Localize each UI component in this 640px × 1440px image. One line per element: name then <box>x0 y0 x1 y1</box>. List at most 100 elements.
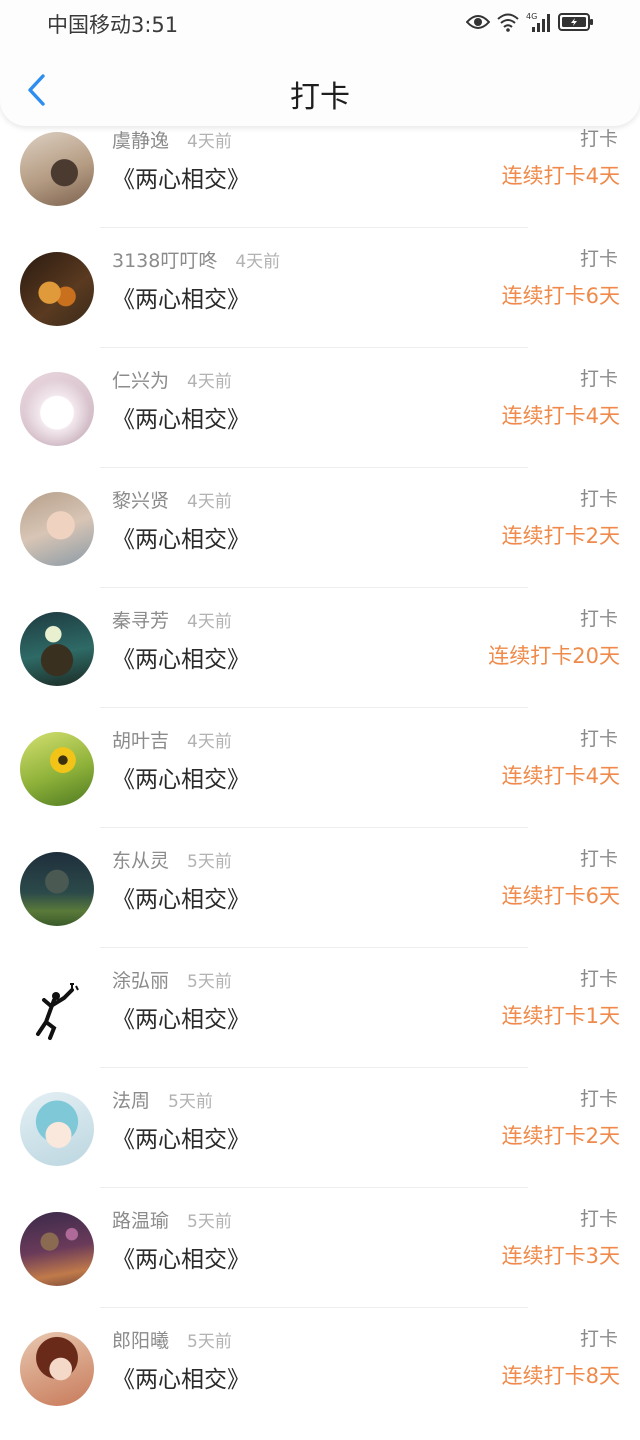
streak-count: 连续打卡4天 <box>501 164 620 188</box>
name-line: 虞静逸 4天前 <box>112 124 232 154</box>
streak-count: 连续打卡6天 <box>501 884 620 908</box>
time-ago: 4天前 <box>187 491 232 512</box>
streak-count: 连续打卡20天 <box>488 644 620 668</box>
signal-icon: 4G <box>526 12 550 32</box>
time-ago: 4天前 <box>187 131 232 152</box>
list-item[interactable]: 东从灵 5天前 《两心相交》 打卡 连续打卡6天 <box>0 840 640 960</box>
checkin-label: 打卡 <box>579 368 618 390</box>
divider <box>100 947 528 948</box>
user-name[interactable]: 路温瑜 <box>112 1206 169 1233</box>
name-line: 法周 5天前 <box>112 1084 213 1114</box>
divider <box>100 587 528 588</box>
list-item[interactable]: 黎兴贤 4天前 《两心相交》 打卡 连续打卡2天 <box>0 480 640 600</box>
name-line: 秦寻芳 4天前 <box>112 604 232 634</box>
user-name[interactable]: 涂弘丽 <box>112 966 169 993</box>
list-item[interactable]: 路温瑜 5天前 《两心相交》 打卡 连续打卡3天 <box>0 1200 640 1320</box>
avatar[interactable] <box>20 852 94 926</box>
book-title[interactable]: 《两心相交》 <box>112 760 250 794</box>
user-name[interactable]: 仁兴为 <box>112 366 169 393</box>
avatar[interactable] <box>20 132 94 206</box>
avatar[interactable] <box>20 492 94 566</box>
avatar[interactable] <box>20 372 94 446</box>
checkin-label: 打卡 <box>579 608 618 630</box>
name-line: 仁兴为 4天前 <box>112 364 232 394</box>
checkin-label: 打卡 <box>579 1208 618 1230</box>
user-name[interactable]: 3138叮叮咚 <box>112 246 217 273</box>
list-item[interactable]: 胡叶吉 4天前 《两心相交》 打卡 连续打卡4天 <box>0 720 640 840</box>
avatar[interactable] <box>20 972 94 1046</box>
book-title[interactable]: 《两心相交》 <box>112 1120 250 1154</box>
name-line: 路温瑜 5天前 <box>112 1204 232 1234</box>
avatar[interactable] <box>20 1212 94 1286</box>
time-ago: 4天前 <box>187 731 232 752</box>
network-type-label: 4G <box>526 12 537 21</box>
divider <box>100 1187 528 1188</box>
name-line: 东从灵 5天前 <box>112 844 232 874</box>
time-ago: 4天前 <box>187 371 232 392</box>
avatar[interactable] <box>20 252 94 326</box>
user-name[interactable]: 黎兴贤 <box>112 486 169 513</box>
name-line: 胡叶吉 4天前 <box>112 724 232 754</box>
divider <box>100 467 528 468</box>
list-item[interactable]: 3138叮叮咚 4天前 《两心相交》 打卡 连续打卡6天 <box>0 240 640 360</box>
divider <box>100 347 528 348</box>
divider <box>100 707 528 708</box>
battery-icon <box>558 13 593 31</box>
user-name[interactable]: 胡叶吉 <box>112 726 169 753</box>
streak-count: 连续打卡4天 <box>501 764 620 788</box>
user-name[interactable]: 郎阳曦 <box>112 1326 169 1353</box>
name-line: 郎阳曦 5天前 <box>112 1324 232 1354</box>
avatar[interactable] <box>20 612 94 686</box>
streak-count: 连续打卡6天 <box>501 284 620 308</box>
checkin-label: 打卡 <box>579 1088 618 1110</box>
name-line: 3138叮叮咚 4天前 <box>112 244 280 274</box>
time-ago: 5天前 <box>168 1091 213 1112</box>
list-item[interactable]: 郎阳曦 5天前 《两心相交》 打卡 连续打卡8天 <box>0 1320 640 1440</box>
book-title[interactable]: 《两心相交》 <box>112 1360 250 1394</box>
user-name[interactable]: 东从灵 <box>112 846 169 873</box>
streak-count: 连续打卡2天 <box>501 1124 620 1148</box>
book-title[interactable]: 《两心相交》 <box>112 640 250 674</box>
avatar[interactable] <box>20 732 94 806</box>
eye-icon <box>466 15 490 29</box>
nav-bar: 打卡 <box>0 56 640 126</box>
list-item[interactable]: 法周 5天前 《两心相交》 打卡 连续打卡2天 <box>0 1080 640 1200</box>
avatar[interactable] <box>20 1332 94 1406</box>
user-name[interactable]: 秦寻芳 <box>112 606 169 633</box>
list-item[interactable]: 仁兴为 4天前 《两心相交》 打卡 连续打卡4天 <box>0 360 640 480</box>
book-title[interactable]: 《两心相交》 <box>112 400 250 434</box>
time-ago: 4天前 <box>187 611 232 632</box>
list-item[interactable]: 虞静逸 4天前 《两心相交》 打卡 连续打卡4天 <box>0 120 640 240</box>
status-icons: 4G <box>466 10 594 34</box>
status-bar: 中国移动3:51 4G <box>0 0 640 44</box>
time-ago: 5天前 <box>187 971 232 992</box>
checkin-label: 打卡 <box>579 488 618 510</box>
list-item[interactable]: 涂弘丽 5天前 《两心相交》 打卡 连续打卡1天 <box>0 960 640 1080</box>
time-ago: 5天前 <box>187 851 232 872</box>
avatar[interactable] <box>20 1092 94 1166</box>
book-title[interactable]: 《两心相交》 <box>112 1240 250 1274</box>
carrier-time: 中国移动3:51 <box>47 13 179 37</box>
time-ago: 5天前 <box>187 1331 232 1352</box>
top-bar: 中国移动3:51 4G 打卡 <box>0 0 640 126</box>
divider <box>100 827 528 828</box>
book-title[interactable]: 《两心相交》 <box>112 160 250 194</box>
time-ago: 5天前 <box>187 1211 232 1232</box>
streak-count: 连续打卡2天 <box>501 524 620 548</box>
checkin-label: 打卡 <box>579 1328 618 1350</box>
streak-count: 连续打卡3天 <box>501 1244 620 1268</box>
book-title[interactable]: 《两心相交》 <box>112 520 250 554</box>
checkin-label: 打卡 <box>579 848 618 870</box>
book-title[interactable]: 《两心相交》 <box>112 280 250 314</box>
book-title[interactable]: 《两心相交》 <box>112 1000 250 1034</box>
checkin-label: 打卡 <box>579 248 618 270</box>
user-name[interactable]: 虞静逸 <box>112 126 169 153</box>
name-line: 涂弘丽 5天前 <box>112 964 232 994</box>
book-title[interactable]: 《两心相交》 <box>112 880 250 914</box>
list-item[interactable]: 秦寻芳 4天前 《两心相交》 打卡 连续打卡20天 <box>0 600 640 720</box>
name-line: 黎兴贤 4天前 <box>112 484 232 514</box>
streak-count: 连续打卡4天 <box>501 404 620 428</box>
checkin-label: 打卡 <box>579 128 618 150</box>
divider <box>100 1307 528 1308</box>
user-name[interactable]: 法周 <box>112 1086 150 1113</box>
